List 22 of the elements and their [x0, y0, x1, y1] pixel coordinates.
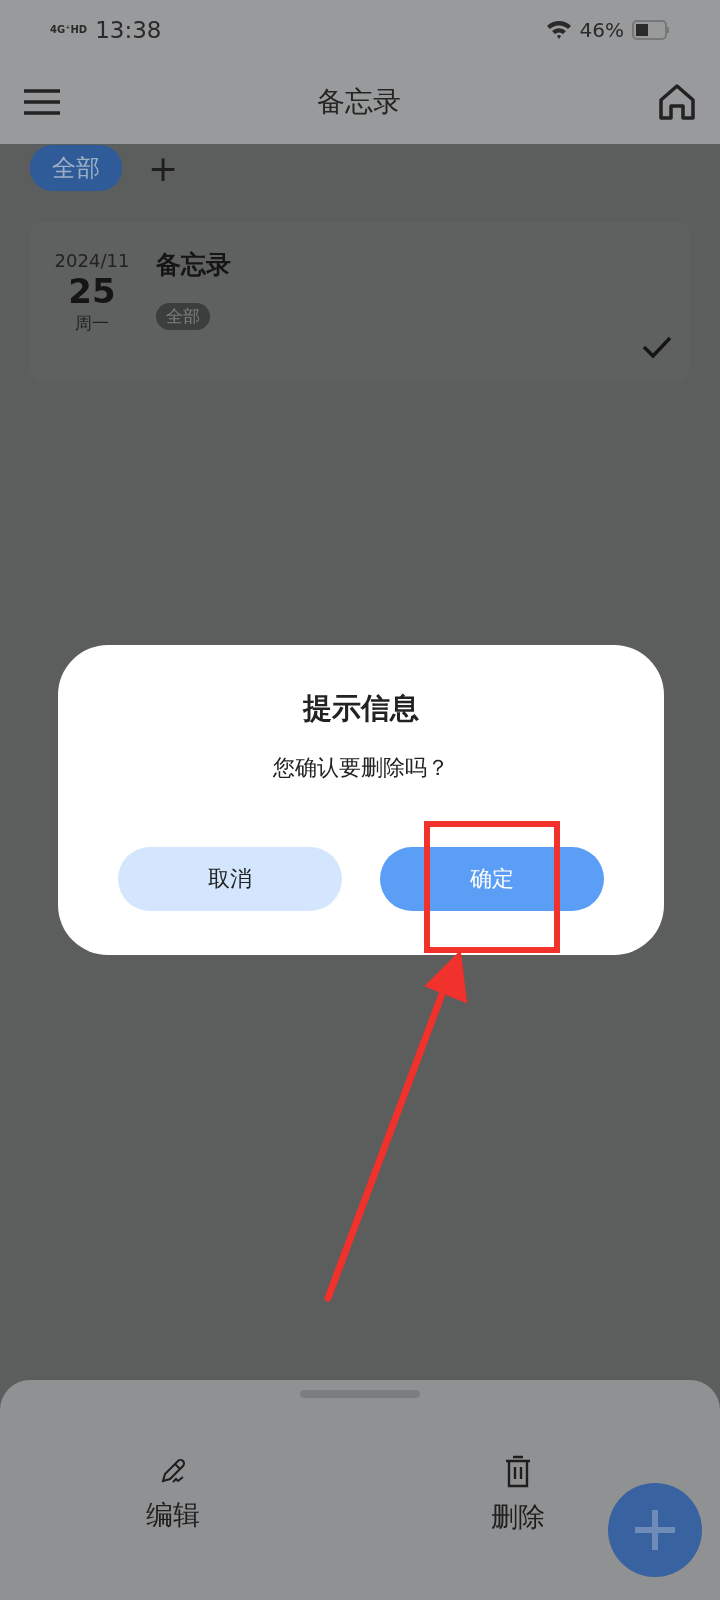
- wifi-icon: [545, 19, 572, 41]
- note-tag: 全部: [156, 303, 210, 330]
- network-indicator: 4G⁺HD: [50, 24, 88, 36]
- note-title: 备忘录: [156, 249, 231, 281]
- dialog-message: 您确认要删除吗？: [273, 754, 449, 782]
- confirm-button[interactable]: 确定: [380, 847, 604, 911]
- add-filter-button[interactable]: +: [142, 147, 185, 189]
- cancel-button[interactable]: 取消: [118, 847, 342, 911]
- note-weekday: 周一: [75, 311, 109, 335]
- sheet-action[interactable]: 删除: [484, 1454, 551, 1536]
- sheet-action[interactable]: 编辑: [139, 1454, 206, 1536]
- battery-percent: 46%: [579, 18, 624, 42]
- note-month: 2024/11: [54, 250, 130, 271]
- plus-icon: [635, 1510, 675, 1550]
- home-icon[interactable]: [658, 84, 696, 120]
- dialog-title: 提示信息: [303, 690, 419, 727]
- page-title: 备忘录: [316, 84, 402, 120]
- filter-chip[interactable]: 全部: [30, 145, 122, 191]
- note-day: 25: [68, 271, 116, 312]
- battery-icon: [632, 20, 670, 40]
- menu-icon[interactable]: [24, 89, 60, 115]
- status-time: 13:38: [95, 17, 162, 43]
